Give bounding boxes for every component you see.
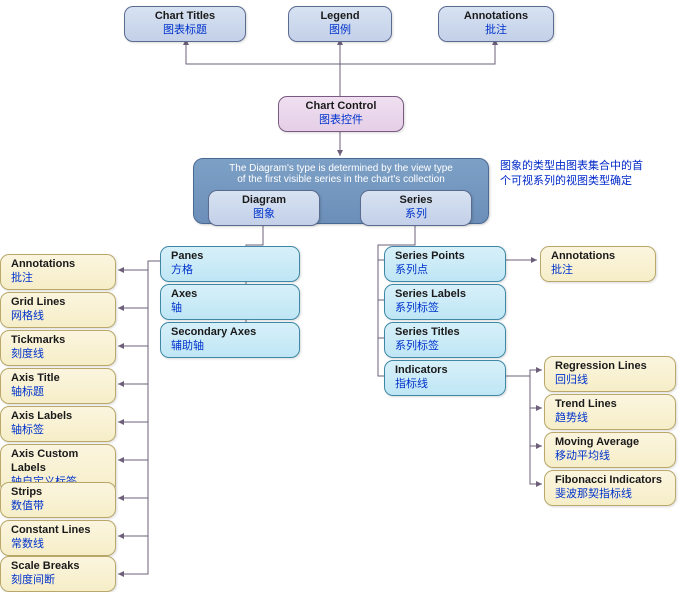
- label-en: Fibonacci Indicators: [555, 474, 665, 488]
- label-zh: 方格: [171, 264, 289, 278]
- node-trend-lines: Trend Lines 趋势线: [544, 394, 676, 430]
- label-en: Panes: [171, 250, 289, 264]
- node-chart-titles: Chart Titles 图表标题: [124, 6, 246, 42]
- node-fibonacci-indicators: Fibonacci Indicators 斐波那契指标线: [544, 470, 676, 506]
- label-en: Annotations: [449, 10, 543, 24]
- label-zh: 轴: [171, 302, 289, 316]
- node-axes: Axes 轴: [160, 284, 300, 320]
- node-annotations-top: Annotations 批注: [438, 6, 554, 42]
- label-zh: 数值带: [11, 500, 105, 514]
- node-regression-lines: Regression Lines 回归线: [544, 356, 676, 392]
- node-axis-title: Axis Title 轴标题: [0, 368, 116, 404]
- node-tickmarks: Tickmarks 刻度线: [0, 330, 116, 366]
- node-secondary-axes: Secondary Axes 辅助轴: [160, 322, 300, 358]
- label-en: Legend: [299, 10, 381, 24]
- node-annotations-series: Annotations 批注: [540, 246, 656, 282]
- label-en: Trend Lines: [555, 398, 665, 412]
- caption-line1: The Diagram's type is determined by the …: [200, 163, 482, 174]
- label-zh: 图例: [299, 24, 381, 38]
- node-chart-control: Chart Control 图表控件: [278, 96, 404, 132]
- label-zh: 刻度间断: [11, 574, 105, 588]
- node-indicators: Indicators 指标线: [384, 360, 506, 396]
- label-en: Axis Labels: [11, 410, 105, 424]
- label-zh: 趋势线: [555, 412, 665, 426]
- label-zh: 图象: [219, 208, 309, 222]
- label-en: Annotations: [551, 250, 645, 264]
- label-en: Diagram: [219, 194, 309, 208]
- label-en: Series Labels: [395, 288, 495, 302]
- label-zh: 轴标题: [11, 386, 105, 400]
- label-zh: 系列标签: [395, 302, 495, 316]
- node-strips: Strips 数值带: [0, 482, 116, 518]
- label-en: Chart Control: [289, 100, 393, 114]
- label-en: Indicators: [395, 364, 495, 378]
- node-annotations-left: Annotations 批注: [0, 254, 116, 290]
- label-en: Secondary Axes: [171, 326, 289, 340]
- node-grid-lines: Grid Lines 网格线: [0, 292, 116, 328]
- node-moving-average: Moving Average 移动平均线: [544, 432, 676, 468]
- label-zh: 网格线: [11, 310, 105, 324]
- label-en: Axis Custom Labels: [11, 448, 105, 476]
- label-en: Series Points: [395, 250, 495, 264]
- label-zh: 指标线: [395, 378, 495, 392]
- label-zh: 移动平均线: [555, 450, 665, 464]
- label-en: Annotations: [11, 258, 105, 272]
- side-note: 图象的类型由图表集合中的首 个可视系列的视图类型确定: [500, 159, 660, 190]
- node-diagram: Diagram 图象: [208, 190, 320, 226]
- label-zh: 批注: [11, 272, 105, 286]
- label-en: Tickmarks: [11, 334, 105, 348]
- side-note-line2: 个可视系列的视图类型确定: [500, 174, 660, 189]
- label-zh: 系列标签: [395, 340, 495, 354]
- label-en: Grid Lines: [11, 296, 105, 310]
- label-zh: 批注: [551, 264, 645, 278]
- label-zh: 系列点: [395, 264, 495, 278]
- label-zh: 常数线: [11, 538, 105, 552]
- label-zh: 回归线: [555, 374, 665, 388]
- label-en: Series: [371, 194, 461, 208]
- label-en: Constant Lines: [11, 524, 105, 538]
- side-note-line1: 图象的类型由图表集合中的首: [500, 159, 660, 174]
- label-en: Regression Lines: [555, 360, 665, 374]
- label-zh: 系列: [371, 208, 461, 222]
- node-scale-breaks: Scale Breaks 刻度间断: [0, 556, 116, 592]
- label-en: Axis Title: [11, 372, 105, 386]
- node-constant-lines: Constant Lines 常数线: [0, 520, 116, 556]
- node-series-titles: Series Titles 系列标签: [384, 322, 506, 358]
- node-series: Series 系列: [360, 190, 472, 226]
- label-en: Series Titles: [395, 326, 495, 340]
- node-legend: Legend 图例: [288, 6, 392, 42]
- label-zh: 图表控件: [289, 114, 393, 128]
- label-en: Scale Breaks: [11, 560, 105, 574]
- caption-line2: of the first visible series in the chart…: [200, 174, 482, 185]
- label-en: Strips: [11, 486, 105, 500]
- node-series-labels: Series Labels 系列标签: [384, 284, 506, 320]
- label-zh: 斐波那契指标线: [555, 488, 665, 502]
- node-series-points: Series Points 系列点: [384, 246, 506, 282]
- label-en: Axes: [171, 288, 289, 302]
- node-axis-labels: Axis Labels 轴标签: [0, 406, 116, 442]
- label-zh: 批注: [449, 24, 543, 38]
- label-en: Moving Average: [555, 436, 665, 450]
- label-zh: 图表标题: [135, 24, 235, 38]
- node-panes: Panes 方格: [160, 246, 300, 282]
- label-zh: 刻度线: [11, 348, 105, 362]
- label-zh: 辅助轴: [171, 340, 289, 354]
- label-zh: 轴标签: [11, 424, 105, 438]
- label-en: Chart Titles: [135, 10, 235, 24]
